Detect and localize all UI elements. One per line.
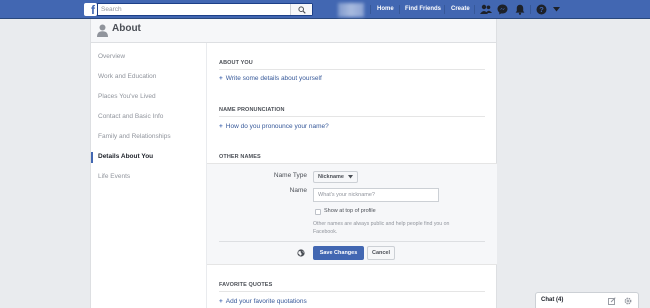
section-title-pronunciation: NAME PRONUNCIATION [219,107,285,113]
add-quotations-link[interactable]: + Add your favorite quotations [219,298,307,305]
name-label: Name [289,187,307,194]
dropdown-icon[interactable] [553,7,560,12]
save-changes-button[interactable]: Save Changes [313,246,364,260]
person-icon [97,24,108,37]
profile-avatar[interactable] [338,3,364,17]
chevron-down-icon [347,174,353,179]
section-divider [219,116,485,117]
settings-icon[interactable] [624,297,632,305]
facebook-logo[interactable]: f [84,3,97,16]
messenger-icon[interactable] [497,4,508,15]
details-content: ABOUT YOU + Write some details about your… [207,43,497,308]
plus-icon: + [219,75,223,82]
nickname-input[interactable] [313,188,439,202]
add-quotations-label: Add your favorite quotations [225,298,307,305]
plus-icon: + [219,298,223,305]
plus-icon: + [219,123,223,130]
nav-divider [370,5,371,14]
search-icon [298,6,306,14]
write-details-label: Write some details about yourself [225,75,322,82]
sidebar-item-life-events[interactable]: Life Events [98,173,130,180]
section-title-other-names: OTHER NAMES [219,154,261,160]
notifications-icon[interactable] [515,4,525,15]
page-title: About [112,23,141,34]
form-divider [219,241,485,242]
svg-text:?: ? [539,5,544,14]
other-names-form: Name Type Nickname Name Show at top of p… [207,163,497,265]
show-top-checkbox[interactable] [315,209,321,215]
name-type-value: Nickname [318,174,344,180]
sidebar-item-family-relationships[interactable]: Family and Relationships [98,133,171,140]
name-type-label: Name Type [273,172,307,179]
sidebar-item-contact-info[interactable]: Contact and Basic Info [98,113,163,120]
friends-icon[interactable] [480,4,492,15]
help-text: Other names are always public and help p… [313,221,450,235]
sidebar-item-work-education[interactable]: Work and Education [98,73,156,80]
top-navigation-bar: f Home Find Friends Create ? [0,0,650,19]
section-divider [219,291,485,292]
sidebar-item-places-lived[interactable]: Places You've Lived [98,93,156,100]
about-sidebar: Overview Work and Education Places You'v… [91,43,207,308]
sidebar-item-details-about-you[interactable]: Details About You [98,153,153,160]
section-title-about-you: ABOUT YOU [219,60,253,66]
search-box [97,3,313,16]
chat-bar[interactable]: Chat (4) [535,292,639,308]
sidebar-item-overview[interactable]: Overview [98,53,125,60]
compose-icon[interactable] [608,297,616,305]
write-details-link[interactable]: + Write some details about yourself [219,75,322,82]
about-header: About [90,19,497,43]
nav-divider [444,5,445,14]
nav-divider [474,5,475,14]
sidebar-active-indicator [91,152,93,163]
section-title-favorite-quotes: FAVORITE QUOTES [219,282,273,288]
nav-find-friends[interactable]: Find Friends [405,0,441,19]
name-type-select[interactable]: Nickname [313,171,358,183]
show-top-label: Show at top of profile [324,208,376,214]
search-input[interactable] [98,4,288,15]
search-button[interactable] [290,4,312,15]
nav-divider [530,5,531,14]
about-panel: Overview Work and Education Places You'v… [90,43,497,308]
cancel-button[interactable]: Cancel [367,246,395,260]
chat-label: Chat (4) [541,297,564,303]
nav-home[interactable]: Home [377,0,394,19]
nav-divider [399,5,400,14]
pronounce-name-label: How do you pronounce your name? [225,123,329,130]
help-icon[interactable]: ? [536,4,547,15]
pronounce-name-link[interactable]: + How do you pronounce your name? [219,123,329,130]
globe-icon[interactable] [297,249,305,257]
nav-create[interactable]: Create [451,0,470,19]
section-divider [219,69,485,70]
